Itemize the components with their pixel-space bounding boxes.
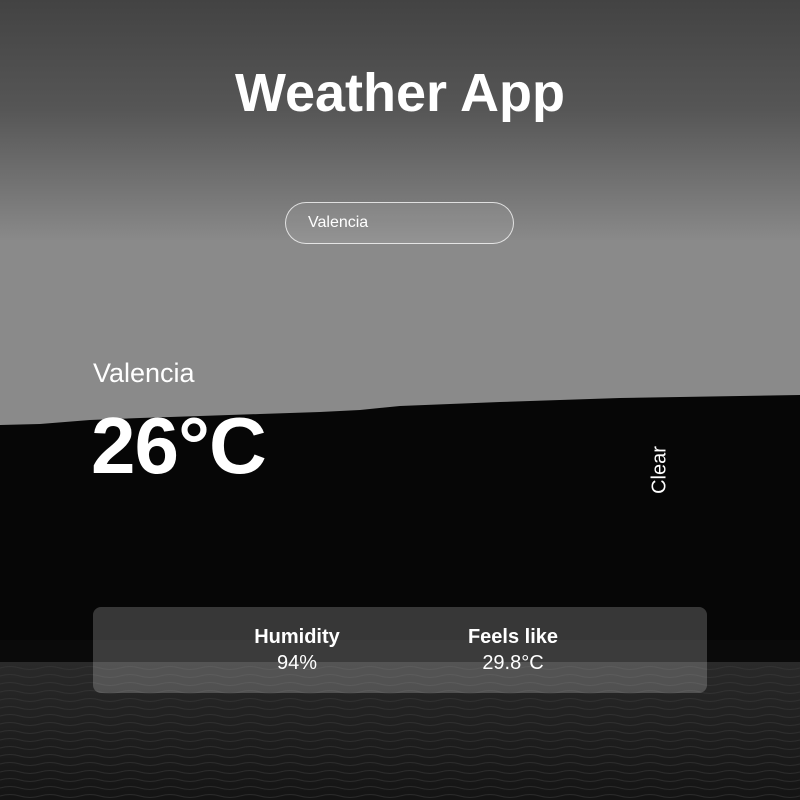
humidity-value: 94% [276,652,318,674]
temperature-value: 26°C [91,401,267,490]
weather-condition: Clear [648,446,671,494]
weather-details-panel: Humidity 94% Feels like 29.8°C [93,607,707,693]
weather-app: Weather App Valencia 26°C Clear Humidity… [0,0,800,800]
feels-like-label: Feels like [467,626,559,648]
city-search-input[interactable] [285,202,514,244]
city-name: Valencia [93,358,195,388]
app-title: Weather App [234,63,566,123]
feels-like-value: 29.8°C [482,652,544,674]
humidity-stat: Humidity 94% [217,625,377,675]
humidity-label: Humidity [254,626,340,648]
feels-like-stat: Feels like 29.8°C [433,625,593,675]
